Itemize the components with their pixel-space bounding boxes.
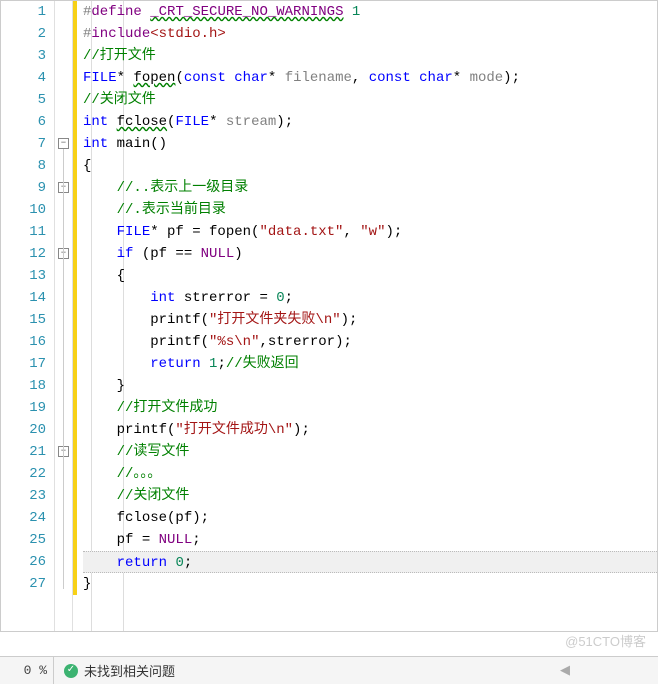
line-number: 10 bbox=[1, 199, 46, 221]
code-line[interactable]: FILE* fopen(const char* filename, const … bbox=[83, 67, 657, 89]
line-number: 26 bbox=[1, 551, 46, 573]
line-number: 6 bbox=[1, 111, 46, 133]
line-number: 18 bbox=[1, 375, 46, 397]
code-editor[interactable]: 1234567891011121314151617181920212223242… bbox=[0, 0, 658, 632]
line-number: 15 bbox=[1, 309, 46, 331]
line-number: 20 bbox=[1, 419, 46, 441]
status-message: 未找到相关问题 bbox=[84, 661, 175, 680]
code-line[interactable]: //.表示当前目录 bbox=[83, 199, 657, 221]
line-number: 5 bbox=[1, 89, 46, 111]
line-number: 16 bbox=[1, 331, 46, 353]
line-number: 24 bbox=[1, 507, 46, 529]
line-number: 7 bbox=[1, 133, 46, 155]
code-line[interactable]: //关闭文件 bbox=[83, 89, 657, 111]
line-number: 14 bbox=[1, 287, 46, 309]
code-line[interactable]: { bbox=[83, 155, 657, 177]
code-line[interactable]: //..表示上一级目录 bbox=[83, 177, 657, 199]
line-number: 1 bbox=[1, 1, 46, 23]
code-line[interactable]: //打开文件成功 bbox=[83, 397, 657, 419]
line-number: 9 bbox=[1, 177, 46, 199]
code-line[interactable]: { bbox=[83, 265, 657, 287]
line-number-gutter: 1234567891011121314151617181920212223242… bbox=[1, 1, 55, 631]
code-line[interactable]: printf("打开文件夹失败\n"); bbox=[83, 309, 657, 331]
line-number: 19 bbox=[1, 397, 46, 419]
code-line[interactable]: int fclose(FILE* stream); bbox=[83, 111, 657, 133]
change-mark bbox=[73, 1, 77, 595]
code-line[interactable]: //打开文件 bbox=[83, 45, 657, 67]
line-number: 22 bbox=[1, 463, 46, 485]
prev-arrow-icon[interactable]: ◀ bbox=[552, 663, 578, 678]
line-number: 2 bbox=[1, 23, 46, 45]
line-number: 25 bbox=[1, 529, 46, 551]
code-line[interactable]: printf("%s\n",strerror); bbox=[83, 331, 657, 353]
fold-toggle[interactable]: − bbox=[58, 138, 69, 149]
check-icon: ✓ bbox=[64, 664, 78, 678]
code-line[interactable]: } bbox=[83, 375, 657, 397]
fold-column: −−−− bbox=[55, 1, 73, 631]
line-number: 27 bbox=[1, 573, 46, 595]
code-area[interactable]: #define _CRT_SECURE_NO_WARNINGS 1#includ… bbox=[79, 1, 657, 631]
code-line[interactable]: #define _CRT_SECURE_NO_WARNINGS 1 bbox=[83, 1, 657, 23]
code-line[interactable]: if (pf == NULL) bbox=[83, 243, 657, 265]
status-bar: 0 % ✓ 未找到相关问题 ◀ bbox=[0, 656, 658, 684]
code-line[interactable]: return 0; bbox=[83, 551, 657, 573]
code-line[interactable]: printf("打开文件成功\n"); bbox=[83, 419, 657, 441]
code-line[interactable]: int strerror = 0; bbox=[83, 287, 657, 309]
code-line[interactable]: #include<stdio.h> bbox=[83, 23, 657, 45]
line-number: 17 bbox=[1, 353, 46, 375]
code-line[interactable]: int main() bbox=[83, 133, 657, 155]
code-line[interactable]: return 1;//失败返回 bbox=[83, 353, 657, 375]
watermark: @51CTO博客 bbox=[565, 631, 646, 650]
code-line[interactable]: FILE* pf = fopen("data.txt", "w"); bbox=[83, 221, 657, 243]
line-number: 11 bbox=[1, 221, 46, 243]
code-line[interactable]: pf = NULL; bbox=[83, 529, 657, 551]
line-number: 8 bbox=[1, 155, 46, 177]
code-line[interactable]: //关闭文件 bbox=[83, 485, 657, 507]
line-number: 12 bbox=[1, 243, 46, 265]
line-number: 4 bbox=[1, 67, 46, 89]
line-number: 3 bbox=[1, 45, 46, 67]
code-line[interactable]: } bbox=[83, 573, 657, 595]
code-line[interactable]: //读写文件 bbox=[83, 441, 657, 463]
code-line[interactable]: fclose(pf); bbox=[83, 507, 657, 529]
line-number: 23 bbox=[1, 485, 46, 507]
status-percent: 0 % bbox=[0, 657, 54, 684]
code-line[interactable]: //。。。 bbox=[83, 463, 657, 485]
line-number: 13 bbox=[1, 265, 46, 287]
line-number: 21 bbox=[1, 441, 46, 463]
